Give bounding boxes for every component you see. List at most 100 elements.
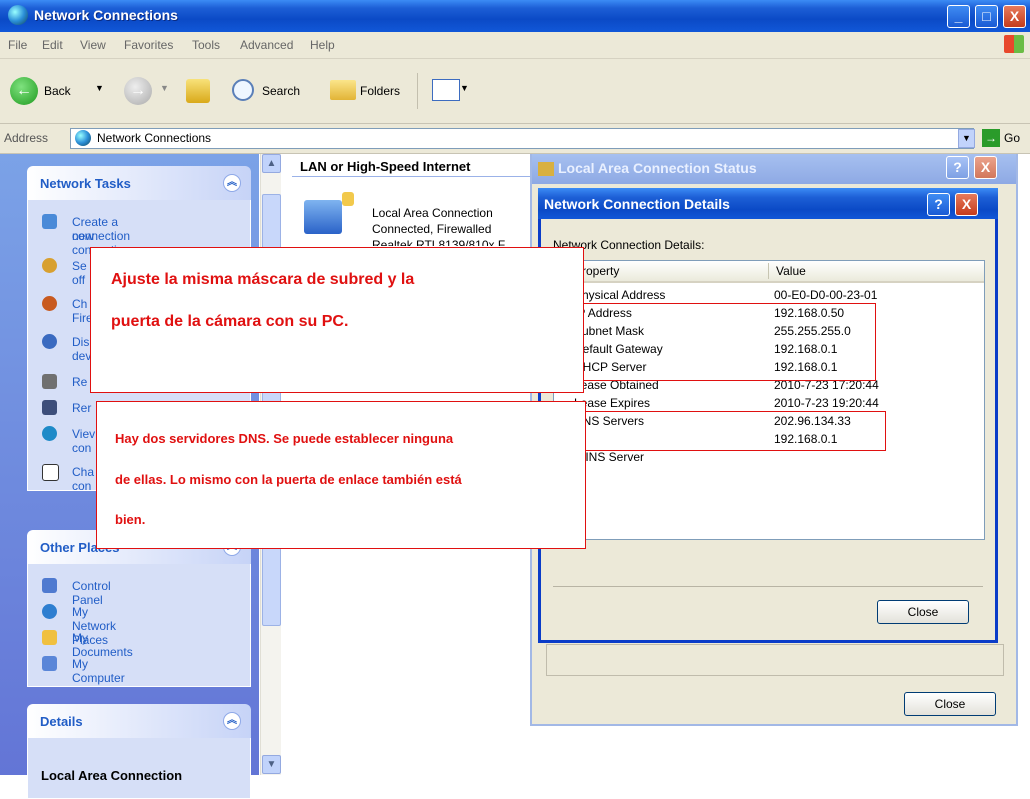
task-label: Dis — [72, 335, 90, 349]
collapse-chevron-icon[interactable]: ︽ — [223, 712, 241, 730]
status-close-button[interactable]: Close — [904, 692, 996, 716]
status-dialog-title: Local Area Connection Status — [558, 160, 757, 176]
address-input[interactable]: Network Connections — [70, 128, 974, 149]
connection-item[interactable]: Local Area Connection Connected, Firewal… — [300, 192, 530, 246]
forward-arrow-icon[interactable]: → — [124, 77, 152, 105]
group-divider — [292, 176, 532, 177]
place-label: Control Panel — [72, 579, 111, 607]
network-tasks-title: Network Tasks — [40, 176, 131, 191]
task-label: Cha — [72, 465, 95, 479]
task-label: Rer — [72, 401, 92, 415]
firewall-icon — [42, 296, 57, 311]
views-icon[interactable] — [432, 79, 460, 101]
details-close-button[interactable]: Close — [877, 600, 969, 624]
group-header: LAN or High-Speed Internet — [300, 159, 471, 174]
close-button[interactable]: X — [955, 193, 978, 216]
column-divider[interactable] — [768, 263, 769, 279]
details-dialog-title: Network Connection Details — [544, 196, 730, 212]
details-dialog-title-bar[interactable]: Network Connection Details ? X — [538, 188, 998, 219]
subnet-annotation: Ajuste la misma máscara de subred y la p… — [90, 247, 584, 393]
dns-servers-highlight — [554, 411, 886, 451]
back-button[interactable]: Back — [44, 84, 71, 98]
forward-dropdown-icon[interactable]: ▼ — [160, 83, 169, 93]
connection-device: Realtek RTL8139/810x F — [372, 238, 506, 246]
details-dialog: Network Connection Details ? X Network C… — [538, 188, 998, 643]
details-title: Details — [40, 714, 83, 729]
table-row[interactable]: WINS Server — [554, 449, 984, 467]
lan-status-icon — [538, 162, 554, 176]
connection-name: Local Area Connection — [372, 206, 493, 220]
menu-favorites[interactable]: Favorites — [124, 38, 173, 52]
ip-settings-highlight — [554, 303, 876, 381]
menu-edit[interactable]: Edit — [42, 38, 63, 52]
menu-tools[interactable]: Tools — [192, 38, 220, 52]
menu-advanced[interactable]: Advanced — [240, 38, 293, 52]
toolbar: ← Back ▼ → ▼ Search Folders ▼ — [0, 59, 1030, 124]
menu-help[interactable]: Help — [310, 38, 335, 52]
dns-annotation-line2: de ellas. Lo mismo con la puerta de enla… — [115, 472, 462, 487]
search-button[interactable]: Search — [262, 84, 300, 98]
row-property: Physical Address — [574, 288, 666, 302]
task-label: Viev — [72, 427, 96, 441]
menu-bar: File Edit View Favorites Tools Advanced … — [0, 32, 1030, 59]
firewall-lock-icon — [342, 192, 354, 206]
address-value: Network Connections — [97, 131, 212, 145]
details-list[interactable]: Property Value Physical Address 00-E0-D0-… — [553, 260, 985, 540]
help-button[interactable]: ? — [946, 156, 969, 179]
disable-device-icon — [42, 334, 57, 349]
task-label: Ch — [72, 297, 88, 311]
address-label: Address — [4, 131, 49, 145]
task-label-line2: off — [72, 273, 86, 287]
computer-icon — [42, 656, 57, 671]
title-bar[interactable]: Network Connections _ □ X — [0, 0, 1030, 32]
address-dropdown-icon[interactable]: ▼ — [958, 129, 975, 148]
place-label: My Documents — [72, 631, 133, 659]
list-header: Property Value — [554, 261, 984, 283]
menu-file[interactable]: File — [8, 38, 27, 52]
documents-icon — [42, 630, 57, 645]
task-label-line2: dev — [72, 349, 92, 363]
other-places-group: Other Places ︽ Control Panel My Network … — [27, 530, 251, 687]
back-arrow-icon[interactable]: ← — [10, 77, 38, 105]
up-folder-icon[interactable] — [186, 79, 210, 103]
change-settings-icon — [42, 464, 59, 481]
minimize-button[interactable]: _ — [947, 5, 970, 28]
views-dropdown-icon[interactable]: ▼ — [460, 83, 469, 93]
windows-logo-icon — [1004, 35, 1024, 53]
folders-button[interactable]: Folders — [360, 84, 400, 98]
task-label-line2: connection — [72, 229, 131, 243]
place-label: My Computer — [72, 657, 125, 685]
help-button[interactable]: ? — [927, 193, 950, 216]
address-bar: Address Network Connections ▼ → Go — [0, 124, 1030, 154]
task-label-line2: con — [72, 479, 92, 493]
scroll-up-icon[interactable]: ▲ — [262, 154, 281, 173]
close-button[interactable]: X — [974, 156, 997, 179]
status-dialog-title-bar[interactable]: Local Area Connection Status ? X — [532, 154, 1016, 184]
task-label: Se — [72, 259, 87, 273]
row-value: 2010-7-23 19:20:44 — [774, 396, 879, 410]
window-title: Network Connections — [34, 7, 178, 23]
other-places-list: Control Panel My Network Places My Docum… — [27, 564, 251, 687]
rename-icon — [42, 400, 57, 415]
details-group: Details ︽ Local Area Connection — [27, 704, 251, 799]
back-dropdown-icon[interactable]: ▼ — [95, 83, 104, 93]
menu-view[interactable]: View — [80, 38, 106, 52]
network-connections-icon — [75, 130, 91, 146]
go-button[interactable]: Go — [1004, 131, 1020, 145]
network-places-icon — [42, 604, 57, 619]
folders-icon[interactable] — [330, 80, 356, 100]
go-arrow-icon[interactable]: → — [982, 129, 1000, 147]
network-tasks-header[interactable]: Network Tasks ︽ — [27, 166, 251, 200]
subnet-annotation-line1: Ajuste la misma máscara de subred y la — [111, 271, 415, 288]
details-header[interactable]: Details ︽ — [27, 704, 251, 738]
maximize-button[interactable]: □ — [975, 5, 998, 28]
search-icon[interactable] — [232, 79, 254, 101]
close-button[interactable]: X — [1003, 5, 1026, 28]
dns-annotation-line1: Hay dos servidores DNS. Se puede estable… — [115, 431, 454, 446]
collapse-chevron-icon[interactable]: ︽ — [223, 174, 241, 192]
scroll-down-icon[interactable]: ▼ — [262, 755, 281, 774]
task-label: Re — [72, 375, 88, 389]
settings-icon — [42, 258, 57, 273]
column-value[interactable]: Value — [776, 264, 806, 278]
connection-status: Connected, Firewalled — [372, 222, 492, 236]
